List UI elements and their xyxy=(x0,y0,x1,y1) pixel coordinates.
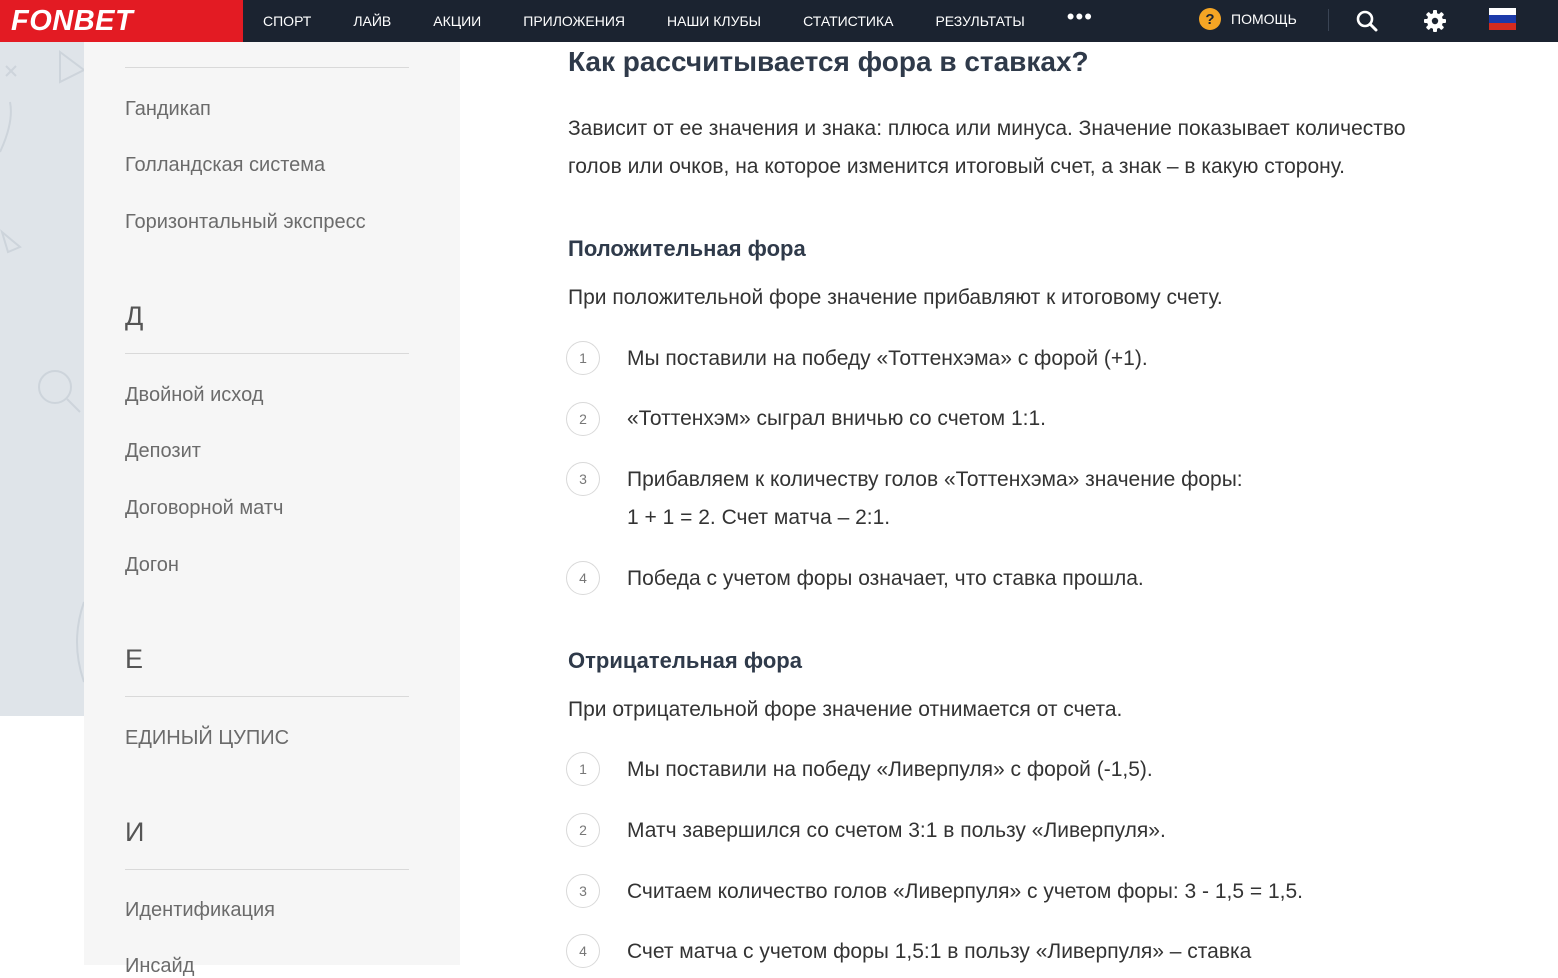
nav-item-clubs[interactable]: НАШИ КЛУБЫ xyxy=(667,13,761,29)
step-number: 4 xyxy=(566,561,600,595)
step-number: 2 xyxy=(566,813,600,847)
step-text: Мы поставили на победу «Ливерпуля» с фор… xyxy=(627,758,1153,781)
glossary-sidebar: Гандикап Голландская система Горизонталь… xyxy=(84,42,460,977)
logo[interactable]: FONBET xyxy=(0,0,243,42)
step-text: Считаем количество голов «Ливерпуля» с у… xyxy=(627,880,1303,903)
more-menu-icon[interactable]: ••• xyxy=(1067,4,1093,30)
intro-paragraph-line-2: голов или очков, на которое изменится ит… xyxy=(568,155,1345,178)
help-button[interactable]: ? ПОМОЩЬ xyxy=(1199,8,1297,30)
nav-item-apps[interactable]: ПРИЛОЖЕНИЯ xyxy=(523,13,625,29)
step-number: 1 xyxy=(566,752,600,786)
step-number: 3 xyxy=(566,874,600,908)
nav-item-statistics[interactable]: СТАТИСТИКА xyxy=(803,13,893,29)
sidebar-item-dogon[interactable]: Догон xyxy=(125,554,179,577)
divider xyxy=(125,353,409,354)
sidebar-item-tsupis[interactable]: ЕДИНЫЙ ЦУПИС xyxy=(125,727,289,750)
search-icon[interactable] xyxy=(1352,6,1382,36)
letter-heading-e: Е xyxy=(125,644,144,674)
step-number: 4 xyxy=(566,934,600,968)
section-text-positive: При положительной форе значение прибавля… xyxy=(568,286,1223,309)
divider xyxy=(125,67,409,68)
top-navigation-bar: FONBET СПОРТ ЛАЙВ АКЦИИ ПРИЛОЖЕНИЯ НАШИ … xyxy=(0,0,1558,42)
help-label: ПОМОЩЬ xyxy=(1231,11,1297,27)
sidebar-item-dutch-system[interactable]: Голландская система xyxy=(125,154,325,177)
step-number: 3 xyxy=(566,462,600,496)
sidebar-item-horizontal-express[interactable]: Горизонтальный экспресс xyxy=(125,211,366,234)
step-text: Мы поставили на победу «Тоттенхэма» с фо… xyxy=(627,347,1148,370)
nav-item-live[interactable]: ЛАЙВ xyxy=(353,13,391,29)
section-text-negative: При отрицательной форе значение отнимает… xyxy=(568,698,1123,721)
sidebar-item-fixed-match[interactable]: Договорной матч xyxy=(125,497,283,520)
question-icon: ? xyxy=(1199,8,1221,30)
main-nav: СПОРТ ЛАЙВ АКЦИИ ПРИЛОЖЕНИЯ НАШИ КЛУБЫ С… xyxy=(263,0,1093,42)
sidebar-item-insider[interactable]: Инсайд xyxy=(125,955,194,978)
step-text: Матч завершился со счетом 3:1 в пользу «… xyxy=(627,819,1166,842)
step-number: 1 xyxy=(566,341,600,375)
nav-item-sport[interactable]: СПОРТ xyxy=(263,13,311,29)
nav-item-promotions[interactable]: АКЦИИ xyxy=(433,13,481,29)
sidebar-item-handicap[interactable]: Гандикап xyxy=(125,98,211,121)
sidebar-item-double-chance[interactable]: Двойной исход xyxy=(125,384,263,407)
sidebar-item-deposit[interactable]: Депозит xyxy=(125,440,201,463)
step-text: Победа с учетом форы означает, что ставк… xyxy=(627,567,1144,590)
letter-heading-i: И xyxy=(125,817,145,847)
step-text: Прибавляем к количеству голов «Тоттенхэм… xyxy=(627,468,1243,491)
flag-russia-icon[interactable] xyxy=(1489,8,1516,30)
nav-divider xyxy=(1328,9,1329,31)
section-heading-positive: Положительная фора xyxy=(568,236,806,261)
divider xyxy=(125,696,409,697)
step-text: Счет матча с учетом форы 1,5:1 в пользу … xyxy=(627,940,1252,963)
article-title: Как рассчитывается фора в ставках? xyxy=(568,46,1089,77)
section-heading-negative: Отрицательная фора xyxy=(568,648,802,673)
sidebar-item-identification[interactable]: Идентификация xyxy=(125,899,275,922)
gear-icon[interactable] xyxy=(1420,6,1450,36)
logo-text: FONBET xyxy=(11,4,134,37)
step-text-continued: 1 + 1 = 2. Счет матча – 2:1. xyxy=(627,506,891,529)
decorative-background xyxy=(0,42,84,716)
divider xyxy=(125,869,409,870)
step-number: 2 xyxy=(566,402,600,436)
letter-heading-d: Д xyxy=(125,301,144,331)
step-text: «Тоттенхэм» сыграл вничью со счетом 1:1. xyxy=(627,407,1046,430)
nav-item-results[interactable]: РЕЗУЛЬТАТЫ xyxy=(935,13,1024,29)
intro-paragraph-line-1: Зависит от ее значения и знака: плюса ил… xyxy=(568,117,1406,140)
